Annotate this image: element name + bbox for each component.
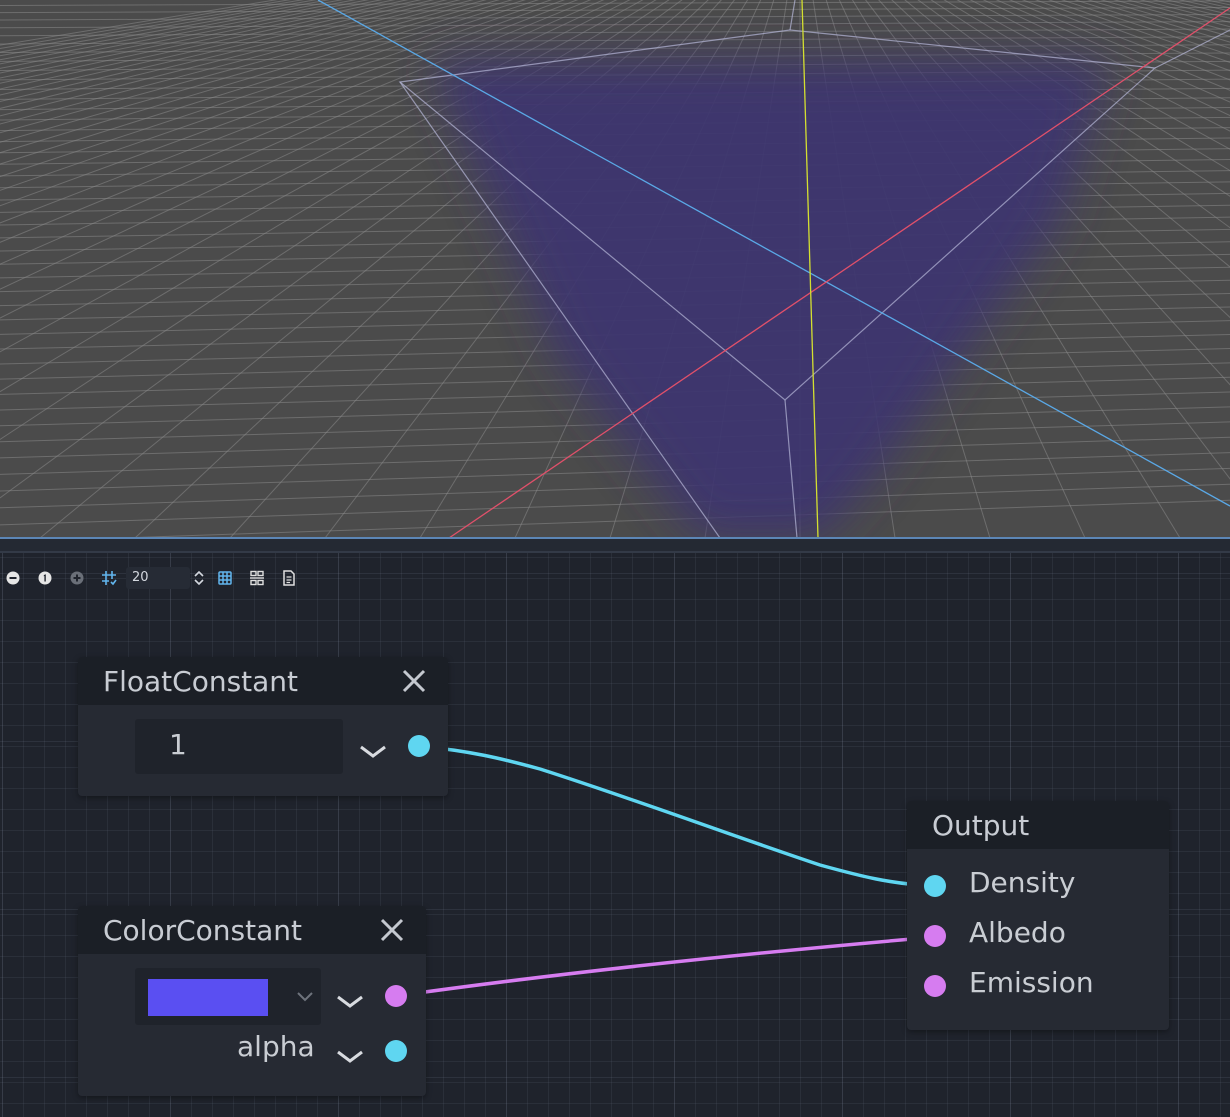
one-circle-icon (38, 571, 52, 585)
shader-code-button[interactable] (280, 569, 298, 587)
emission-input-port[interactable] (924, 975, 946, 997)
color-swatch[interactable] (148, 979, 268, 1016)
node-title: FloatConstant (103, 665, 299, 698)
zoom-in-button[interactable] (68, 569, 86, 587)
visual-shader-graph[interactable]: 20 FloatConstant 1 ColorConstant alpha O… (0, 553, 1230, 1117)
float-output-port[interactable] (408, 735, 430, 757)
plus-circle-icon (70, 571, 84, 585)
fog-volume (430, 60, 1110, 538)
node-title: Output (932, 809, 1030, 842)
zoom-out-button[interactable] (4, 569, 22, 587)
close-icon[interactable] (379, 917, 405, 943)
density-input-port[interactable] (924, 875, 946, 897)
output-node[interactable]: Output Density Albedo Emission (907, 801, 1169, 1030)
minus-circle-icon (6, 571, 20, 585)
grid-toggle-button[interactable] (216, 569, 234, 587)
3d-viewport[interactable] (0, 0, 1230, 538)
node-header[interactable]: ColorConstant (78, 906, 426, 954)
chevron-down-icon[interactable] (359, 744, 387, 760)
float-constant-node[interactable]: FloatConstant 1 (78, 657, 448, 796)
emission-port-label: Emission (969, 966, 1094, 999)
dropdown-arrow-icon[interactable] (297, 992, 313, 1002)
color-picker-field[interactable] (135, 968, 321, 1025)
viewport-scene (0, 0, 1230, 538)
chevron-down-icon[interactable] (336, 994, 364, 1010)
chevron-down-icon[interactable] (336, 1049, 364, 1065)
color-constant-node[interactable]: ColorConstant alpha (78, 906, 426, 1096)
color-alpha-output-port[interactable] (385, 1040, 407, 1062)
zoom-reset-button[interactable] (36, 569, 54, 587)
panel-splitter[interactable] (0, 539, 1230, 553)
updown-arrows-icon (194, 570, 204, 586)
color-rgb-output-port[interactable] (385, 985, 407, 1007)
snap-grid-icon (102, 571, 117, 586)
density-port-label: Density (969, 866, 1076, 899)
snap-toggle-button[interactable] (100, 569, 118, 587)
node-header[interactable]: FloatConstant (78, 657, 448, 705)
arrange-nodes-icon (250, 570, 264, 586)
alpha-label: alpha (237, 1030, 315, 1063)
density-connection[interactable] (417, 744, 937, 888)
float-value-text[interactable]: 1 (169, 728, 187, 761)
albedo-port-label: Albedo (969, 916, 1066, 949)
albedo-input-port[interactable] (924, 925, 946, 947)
close-icon[interactable] (401, 668, 427, 694)
snap-step-arrows[interactable] (190, 569, 208, 587)
arrange-nodes-button[interactable] (248, 569, 266, 587)
grid-toggle-icon (218, 571, 232, 585)
document-icon (283, 570, 295, 586)
snap-step-value[interactable]: 20 (132, 570, 149, 585)
float-value-field[interactable]: 1 (135, 719, 343, 774)
node-title: ColorConstant (103, 914, 302, 947)
albedo-connection[interactable] (394, 935, 937, 998)
node-header[interactable]: Output (907, 801, 1169, 849)
